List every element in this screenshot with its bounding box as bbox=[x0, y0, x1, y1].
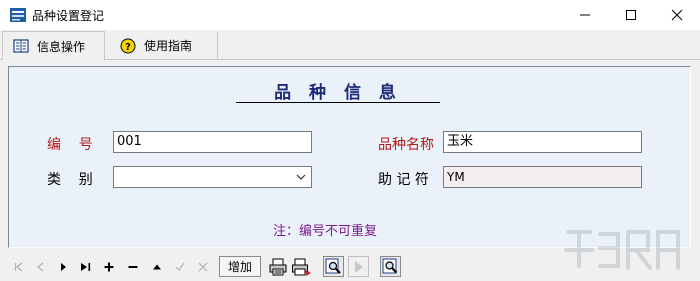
minus-button[interactable] bbox=[124, 258, 142, 276]
minimize-icon bbox=[580, 14, 590, 16]
app-icon bbox=[10, 8, 26, 22]
next-icon bbox=[61, 263, 66, 271]
last-button[interactable] bbox=[77, 258, 95, 276]
search-button[interactable] bbox=[380, 256, 401, 277]
watermark-logo bbox=[564, 230, 680, 270]
plus-icon bbox=[104, 262, 114, 272]
category-select[interactable] bbox=[113, 166, 312, 188]
cancel-icon bbox=[198, 262, 208, 272]
close-icon bbox=[671, 9, 683, 21]
window-title: 品种设置登记 bbox=[32, 9, 105, 23]
tab-label: 信息操作 bbox=[37, 39, 86, 54]
mnemonic-field: YM bbox=[443, 166, 642, 188]
add-button[interactable]: 增加 bbox=[219, 256, 261, 277]
up-icon bbox=[153, 264, 161, 270]
last-icon bbox=[81, 263, 91, 271]
tab-label: 使用指南 bbox=[144, 39, 193, 53]
print-preview-icon bbox=[291, 258, 311, 276]
category-label: 类 别 bbox=[47, 172, 93, 188]
minus-icon bbox=[128, 266, 138, 268]
confirm-button[interactable] bbox=[171, 258, 189, 276]
prev-icon bbox=[37, 262, 44, 272]
note-text: 注：编号不可重复 bbox=[273, 224, 378, 239]
tab-user-guide[interactable]: ? 使用指南 bbox=[110, 32, 218, 59]
cancel-button[interactable] bbox=[194, 258, 212, 276]
name-field[interactable]: 玉米 bbox=[443, 131, 642, 153]
plus-button[interactable] bbox=[100, 258, 118, 276]
find-icon bbox=[325, 258, 341, 274]
name-label: 品种名称 bbox=[378, 137, 434, 153]
play-button[interactable] bbox=[348, 256, 369, 277]
print-preview-button[interactable] bbox=[291, 256, 312, 277]
check-icon bbox=[175, 262, 185, 271]
first-button[interactable] bbox=[10, 258, 28, 276]
svg-text:?: ? bbox=[125, 42, 131, 53]
tab-info-operation[interactable]: 信息操作 bbox=[2, 31, 105, 60]
up-button[interactable] bbox=[148, 258, 166, 276]
tab-strip bbox=[0, 30, 700, 59]
form-heading: 品 种 信 息 bbox=[274, 83, 402, 103]
print-button[interactable] bbox=[267, 256, 288, 277]
code-field[interactable]: 001 bbox=[113, 131, 312, 153]
code-label: 编 号 bbox=[47, 137, 93, 153]
help-icon: ? bbox=[120, 38, 136, 53]
first-icon bbox=[14, 262, 23, 272]
heading-underline bbox=[236, 102, 440, 103]
maximize-button[interactable] bbox=[608, 0, 654, 30]
mnemonic-label: 助 记 符 bbox=[378, 172, 429, 188]
play-icon bbox=[354, 260, 363, 273]
maximize-icon bbox=[626, 10, 636, 20]
next-button[interactable] bbox=[54, 258, 72, 276]
prev-button[interactable] bbox=[32, 258, 50, 276]
grid-book-icon bbox=[13, 39, 29, 53]
close-button[interactable] bbox=[654, 0, 700, 30]
search-icon bbox=[382, 258, 398, 274]
print-icon bbox=[269, 258, 286, 275]
minimize-button[interactable] bbox=[562, 0, 608, 30]
chevron-down-icon bbox=[296, 174, 306, 180]
find-button[interactable] bbox=[323, 256, 344, 277]
